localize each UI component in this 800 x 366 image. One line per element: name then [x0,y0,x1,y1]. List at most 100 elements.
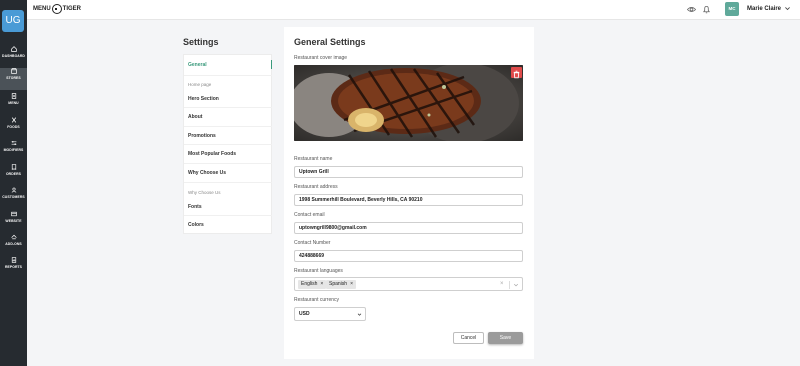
restaurant-name-input[interactable]: Uptown Grill [294,166,523,178]
globe-icon [10,211,17,217]
nav-label: REPORTS [4,265,23,269]
nav-label: DASHBOARD [2,54,25,58]
nav-stores[interactable]: STORES [0,68,27,90]
settings-menu: General Home page Hero Section About Pro… [183,54,272,234]
fork-knife-icon [11,117,16,123]
nav-label: ADD-ONS [5,242,22,246]
settings-item-why[interactable]: Why Choose Us [184,170,272,176]
eye-icon[interactable] [687,5,696,14]
nav-label: CUSTOMERS [2,195,25,199]
settings-item-promotions[interactable]: Promotions [184,133,272,139]
logo-qr-icon [51,4,62,14]
settings-item-label: About [188,114,203,120]
bell-icon[interactable] [702,5,711,14]
nav-add-ons[interactable]: ADD-ONS [0,234,27,256]
trash-icon [513,70,520,79]
user-badge[interactable]: UG [2,10,24,32]
nav-customers[interactable]: CUSTOMERS [0,187,27,209]
currency-select[interactable]: USD [294,307,366,321]
settings-title: Settings [183,37,219,47]
page-title: General Settings [294,37,366,47]
menu-group-home: Home page [188,82,212,87]
nav-label: MODIFIERS [3,148,24,152]
divider [184,144,272,145]
cover-image[interactable] [294,65,523,141]
steak-photo [294,65,523,141]
settings-item-label: Why Choose Us [188,170,227,176]
active-indicator [271,60,272,69]
users-icon [11,187,16,193]
phone-label: Contact Number [294,240,331,246]
restaurant-address-input[interactable]: 1998 Summerhill Boulevard, Beverly Hills… [294,194,523,206]
nav-website[interactable]: WEBSITE [0,211,27,233]
settings-item-label: Hero Section [188,96,219,102]
avatar[interactable]: MC [725,2,739,16]
logo-text-left: MENU [33,6,51,12]
clear-icon[interactable]: × [500,281,504,287]
cover-image-label: Restaurant cover image [294,55,348,61]
menu-book-icon [11,93,16,99]
settings-item-hero[interactable]: Hero Section [184,96,272,102]
settings-item-label: General [188,62,207,68]
chevron-down-icon [357,313,362,316]
save-button[interactable]: Save [488,332,523,344]
divider [184,107,272,108]
nav-label: ORDERS [5,172,22,176]
nav-modifiers[interactable]: MODIFIERS [0,140,27,162]
settings-item-label: Promotions [188,133,216,139]
nav-label: FOODS [7,125,20,129]
settings-item-colors[interactable]: Colors [184,222,272,228]
nav-menu[interactable]: MENU [0,93,27,115]
left-nav: UG DASHBOARD STORES MENU FOODS MODIFIERS… [0,0,27,366]
delete-image-button[interactable] [511,67,522,79]
store-icon [10,68,17,74]
settings-item-about[interactable]: About [184,114,272,120]
username[interactable]: Marie Claire [747,6,781,12]
menu-group-why: Why Choose Us [188,190,221,195]
remove-tag-icon[interactable]: × [350,281,353,287]
divider [184,163,272,164]
sliders-icon [11,141,16,145]
divider [184,182,272,183]
top-bar: MENU TIGER MC Marie Claire [27,0,800,20]
nav-reports[interactable]: REPORTS [0,257,27,279]
currency-value: USD [299,311,310,317]
remove-tag-icon[interactable]: × [320,281,323,287]
chevron-down-icon[interactable] [513,282,519,288]
divider [184,215,272,216]
email-label: Contact email [294,212,325,218]
divider [184,75,272,76]
nav-dashboard[interactable]: DASHBOARD [0,46,27,68]
settings-item-label: Most Popular Foods [188,151,237,157]
chart-icon [11,257,16,263]
contact-number-input[interactable]: 424888669 [294,250,523,262]
settings-item-fonts[interactable]: Fonts [184,204,272,210]
nav-foods[interactable]: FOODS [0,117,27,139]
receipt-icon [11,164,16,170]
settings-item-label: Colors [188,222,204,228]
menutiger-logo[interactable]: MENU TIGER [33,4,81,14]
settings-item-label: Fonts [188,204,202,210]
general-settings-card: General Settings Restaurant cover image [284,27,534,359]
chevron-down-icon[interactable] [784,5,791,12]
settings-item-popular[interactable]: Most Popular Foods [184,151,272,157]
nav-label: STORES [6,76,21,80]
currency-label: Restaurant currency [294,297,340,303]
tag-label: English [301,281,318,287]
languages-multiselect[interactable]: English × Spanish × × [294,277,523,291]
nav-label: WEBSITE [5,219,22,223]
divider [509,281,510,289]
cancel-button[interactable]: Cancel [453,332,484,344]
divider [184,126,272,127]
puzzle-icon [10,234,17,240]
contact-email-input[interactable]: uptowngrill9800@gmail.com [294,222,523,234]
language-tag[interactable]: Spanish × [326,280,356,289]
home-icon [10,46,17,52]
nav-orders[interactable]: ORDERS [0,164,27,186]
language-tag[interactable]: English × [298,280,327,289]
address-label: Restaurant address [294,184,338,190]
languages-label: Restaurant languages [294,268,343,274]
name-label: Restaurant name [294,156,333,162]
tag-label: Spanish [329,281,348,287]
settings-item-general[interactable]: General [184,60,272,69]
